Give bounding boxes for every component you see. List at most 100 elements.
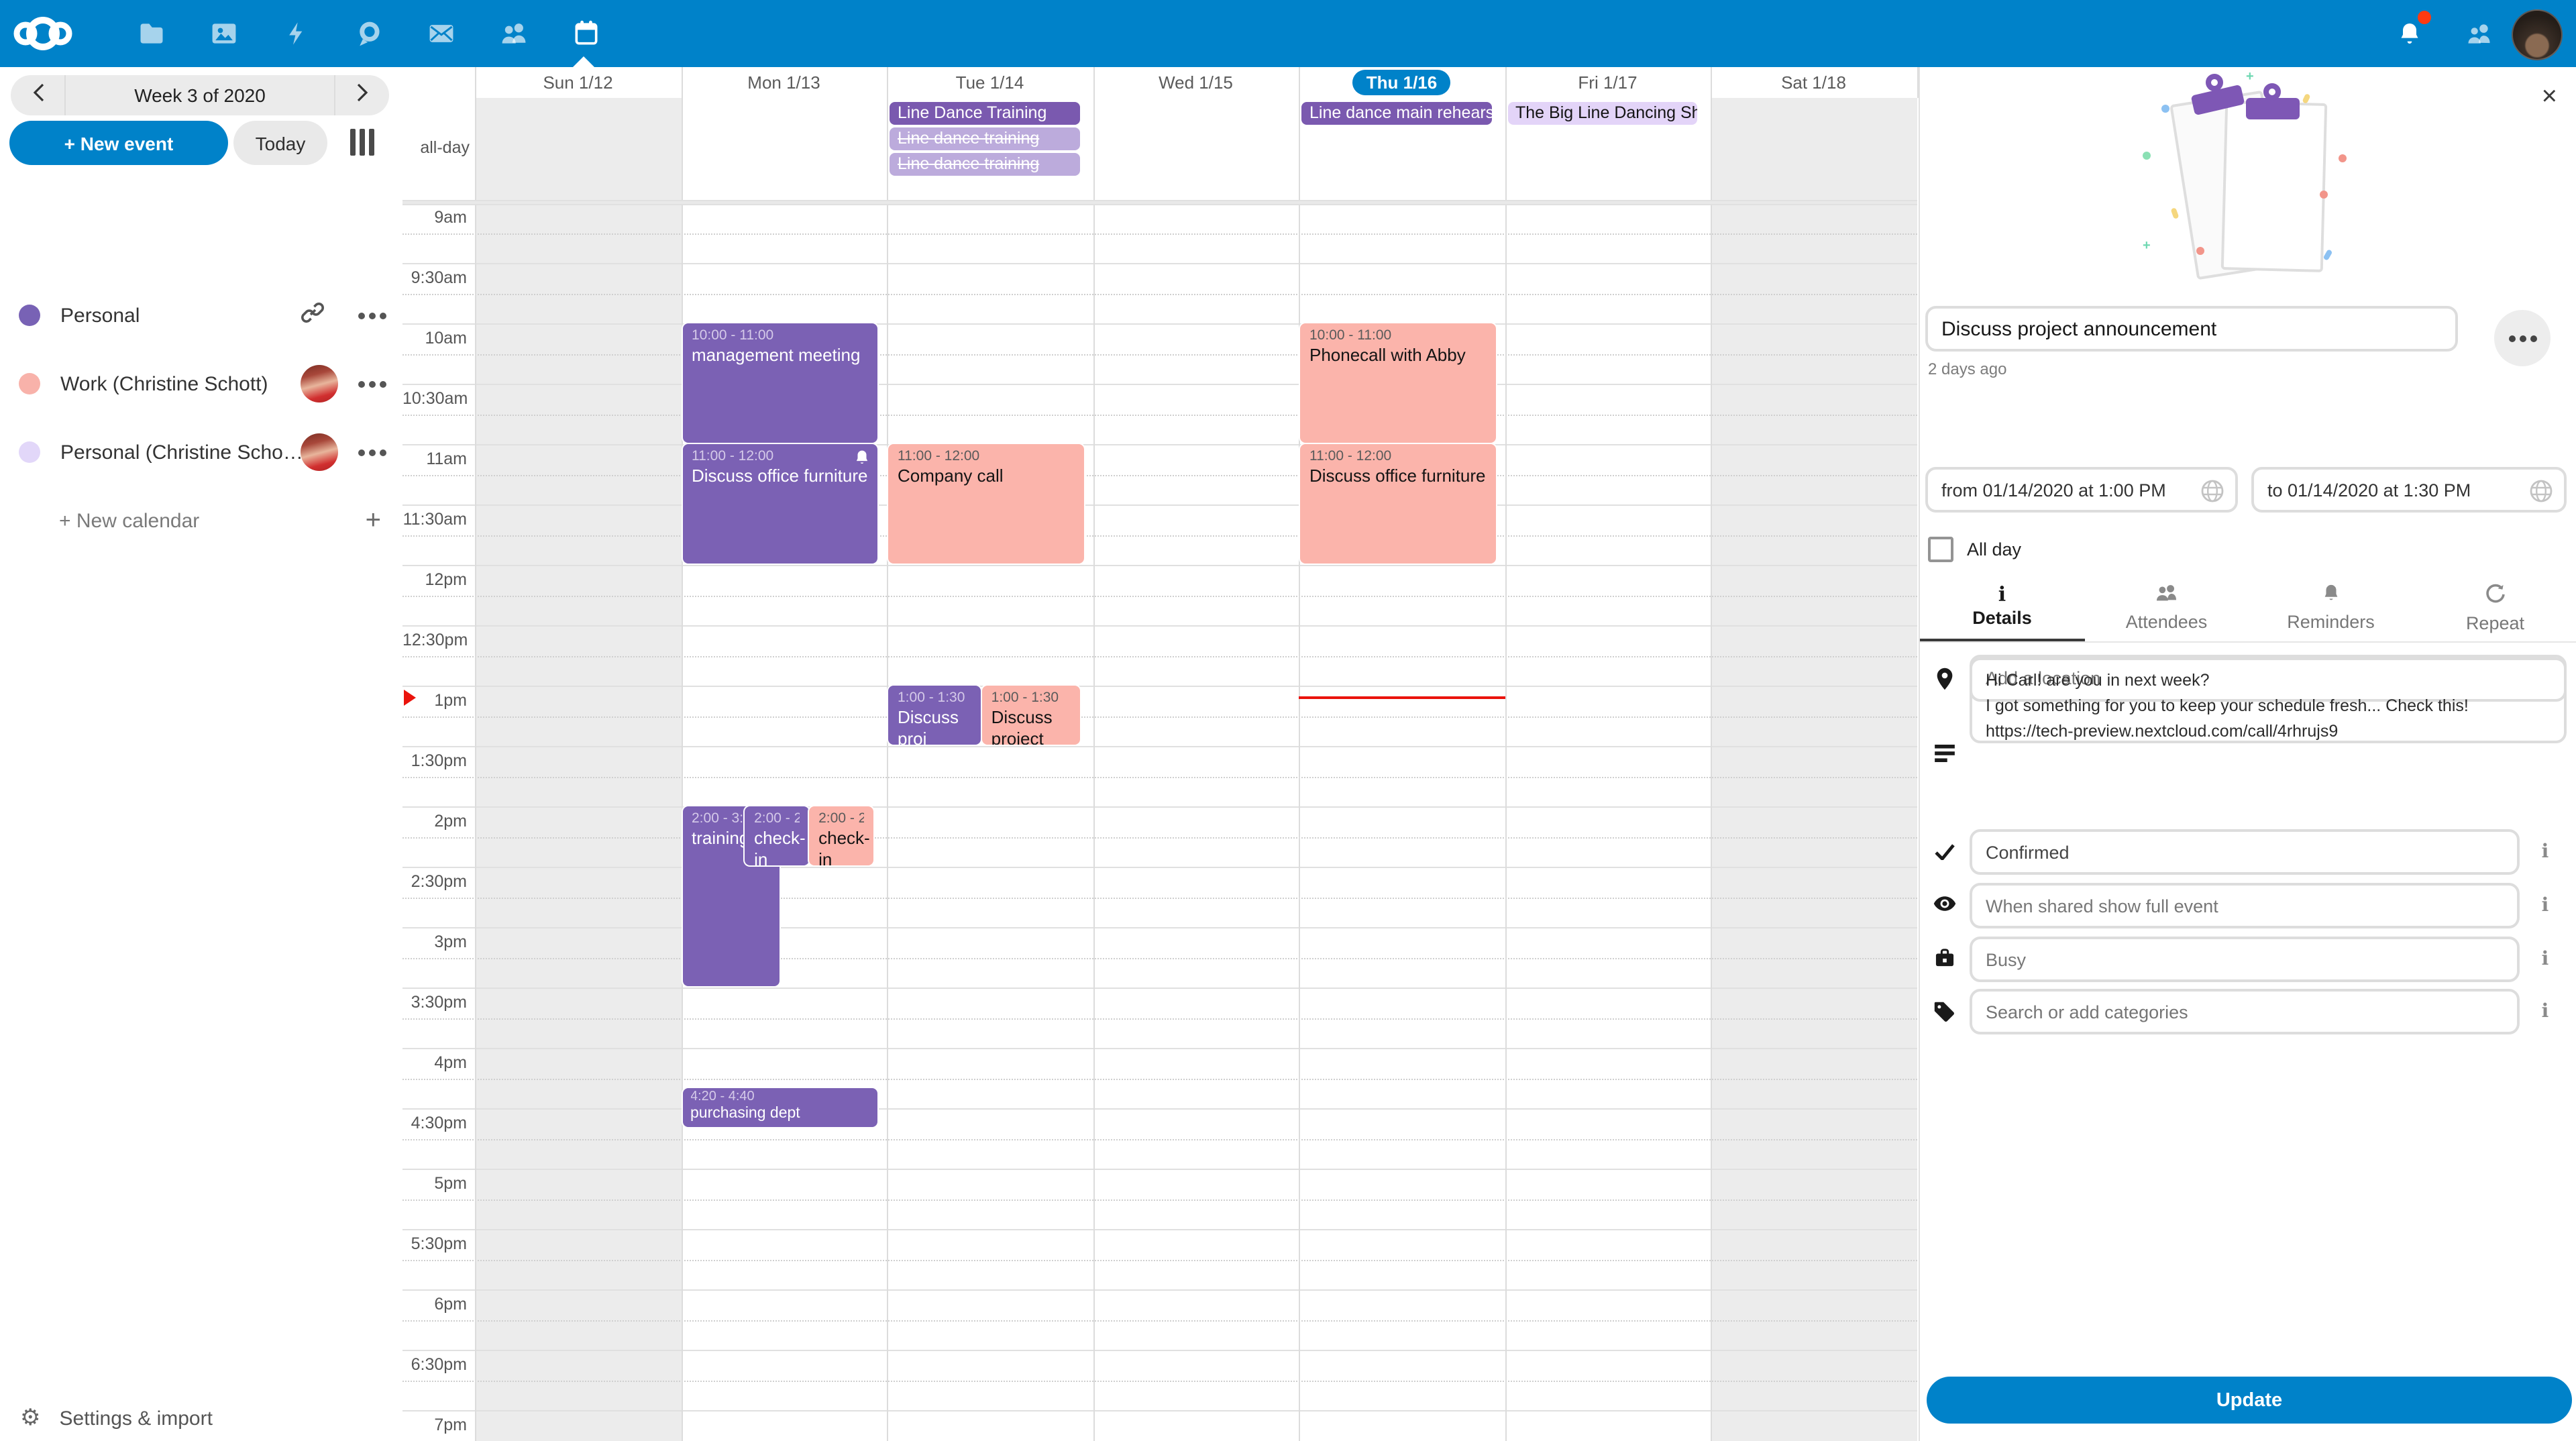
settings-label: Settings & import (60, 1407, 213, 1430)
event-title-input[interactable] (1925, 306, 2458, 352)
more-actions-button[interactable] (2494, 310, 2551, 366)
calendar-list-item[interactable]: Personal (0, 286, 402, 345)
timezone-globe-icon[interactable] (2200, 479, 2224, 507)
calendar-event[interactable]: 1:00 - 1:30Discuss project (982, 686, 1080, 745)
day-header-sun[interactable]: Sun 1/12 (475, 67, 681, 98)
calendar-list-item[interactable]: Personal (Christine Scho…) (0, 423, 402, 482)
busy-briefcase-icon (1931, 949, 1957, 967)
calendar-icon[interactable] (569, 16, 604, 51)
repeat-icon (2485, 583, 2506, 608)
editor-tabs: i Details Attendees Reminders Repeat (1920, 574, 2576, 643)
visibility-eye-icon (1931, 895, 1957, 912)
event-end-field[interactable]: to 01/14/2020 at 1:30 PM (2251, 467, 2567, 513)
activity-icon[interactable] (279, 16, 314, 51)
previous-week-button[interactable] (11, 83, 64, 107)
user-avatar[interactable] (2512, 9, 2563, 60)
location-pin-icon (1931, 667, 1957, 691)
update-button[interactable]: Update (1927, 1377, 2572, 1424)
settings-import-button[interactable]: ⚙ Settings & import (0, 1395, 402, 1441)
notifications-bell-icon[interactable] (2391, 15, 2428, 52)
time-axis-label: 2pm (402, 812, 467, 831)
tab-reminders[interactable]: Reminders (2249, 574, 2413, 641)
calendar-event[interactable]: 11:00 - 12:00Company call (888, 444, 1083, 564)
info-icon: i (1998, 585, 2006, 604)
week-navigation: Week 3 of 2020 (11, 75, 389, 115)
day-header-mon[interactable]: Mon 1/13 (681, 67, 887, 98)
gear-icon: ⚙ (20, 1405, 41, 1432)
day-header-wed[interactable]: Wed 1/15 (1093, 67, 1299, 98)
all-day-event[interactable]: Line dance training (890, 127, 1079, 150)
calendar-event[interactable]: 11:00 - 12:00Discuss office furniture (1300, 444, 1495, 564)
nextcloud-logo-icon[interactable] (12, 13, 74, 60)
all-day-event[interactable]: Line dance main rehearsal (1301, 102, 1491, 125)
all-day-event[interactable]: Line dance training (890, 153, 1079, 176)
day-header-sat[interactable]: Sat 1/18 (1711, 67, 1917, 98)
all-day-label: All day (1967, 539, 2021, 559)
calendar-actions-icon[interactable] (352, 312, 392, 319)
talk-icon[interactable] (352, 16, 386, 51)
day-header-thu[interactable]: Thu 1/16 (1299, 67, 1505, 98)
event-editor-panel: × + + 2 days ago from 01/14/2020 at 1:00… (1919, 67, 2576, 1441)
calendar-event[interactable]: 11:00 - 12:00Discuss office furniture (682, 444, 877, 564)
calendar-event[interactable]: 10:00 - 11:00management meeting (682, 323, 877, 443)
weekend-shading (475, 205, 681, 1441)
new-calendar-button[interactable]: + New calendar + (0, 491, 402, 550)
tab-attendees[interactable]: Attendees (2084, 574, 2249, 641)
status-info-icon[interactable]: i (2536, 841, 2555, 863)
next-week-button[interactable] (335, 83, 389, 107)
categories-info-icon[interactable]: i (2536, 1001, 2555, 1022)
mail-icon[interactable] (424, 16, 459, 51)
calendar-list-item[interactable]: Work (Christine Schott) (0, 354, 402, 413)
event-start-field[interactable]: from 01/14/2020 at 1:00 PM (1925, 467, 2238, 513)
calendar-event[interactable]: 2:00 - 2:30check-in (809, 806, 873, 865)
week-grid[interactable]: 9am9:30am10am10:30am11am11:30am12pm12:30… (402, 205, 1917, 1441)
calendar-event[interactable]: 10:00 - 11:00Phonecall with Abby (1300, 323, 1495, 443)
categories-input[interactable] (1970, 989, 2520, 1034)
time-axis-label: 1:30pm (402, 751, 467, 770)
calendar-event[interactable]: 4:20 - 4:40purchasing dept (682, 1088, 877, 1127)
description-textarea[interactable]: Hi Carl! are you in next week? I got som… (1970, 657, 2567, 743)
timezone-globe-icon[interactable] (2529, 479, 2553, 507)
freebusy-select[interactable]: Busy (1970, 937, 2520, 982)
today-button[interactable]: Today (233, 121, 327, 165)
all-day-checkbox[interactable] (1928, 537, 1953, 562)
shared-by-avatar (301, 433, 338, 471)
all-day-event[interactable]: Line Dance Training (890, 102, 1079, 125)
visibility-info-icon[interactable]: i (2536, 895, 2555, 916)
calendar-actions-icon[interactable] (352, 449, 392, 456)
categories-tag-icon (1931, 1001, 1957, 1022)
visibility-select[interactable]: When shared show full event (1970, 883, 2520, 928)
plus-icon: + (366, 505, 381, 536)
view-switcher-icon[interactable] (350, 129, 377, 156)
time-axis-label: 12pm (402, 570, 467, 589)
time-axis-label: 10am (402, 329, 467, 348)
tab-repeat[interactable]: Repeat (2413, 574, 2576, 641)
event-end-value: to 01/14/2020 at 1:30 PM (2267, 480, 2471, 500)
current-time-indicator (1299, 696, 1505, 698)
freebusy-info-icon[interactable]: i (2536, 949, 2555, 970)
all-day-axis-label: all-day (405, 138, 470, 157)
calendar-name: Personal (60, 304, 301, 327)
all-day-event[interactable]: The Big Line Dancing Show (1507, 102, 1697, 125)
time-axis-label: 3pm (402, 932, 467, 951)
calendar-event[interactable]: 2:00 - 2:30check-in (745, 806, 809, 865)
week-label[interactable]: Week 3 of 2020 (64, 75, 335, 115)
day-header-fri[interactable]: Fri 1/17 (1505, 67, 1711, 98)
description-icon (1931, 745, 1957, 762)
status-select[interactable]: Confirmed (1970, 829, 2520, 875)
tab-details[interactable]: i Details (1920, 574, 2084, 641)
files-icon[interactable] (134, 16, 169, 51)
visibility-value: When shared show full event (1986, 896, 2218, 916)
calendar-color-dot (19, 305, 40, 326)
all-day-checkbox-row[interactable]: All day (1928, 537, 2021, 562)
day-header-tue[interactable]: Tue 1/14 (887, 67, 1093, 98)
contacts-menu-icon[interactable] (2461, 15, 2498, 52)
share-link-icon[interactable] (301, 300, 335, 331)
calendar-actions-icon[interactable] (352, 380, 392, 387)
calendar-color-dot (19, 441, 40, 463)
day-header-row: Sun 1/12Mon 1/13Tue 1/14Wed 1/15Thu 1/16… (402, 67, 1917, 98)
photos-icon[interactable] (207, 16, 241, 51)
contacts-icon[interactable] (496, 16, 531, 51)
new-event-button[interactable]: + New event (9, 121, 228, 165)
calendar-event[interactable]: 1:00 - 1:30Discuss proj announcement (888, 686, 981, 745)
